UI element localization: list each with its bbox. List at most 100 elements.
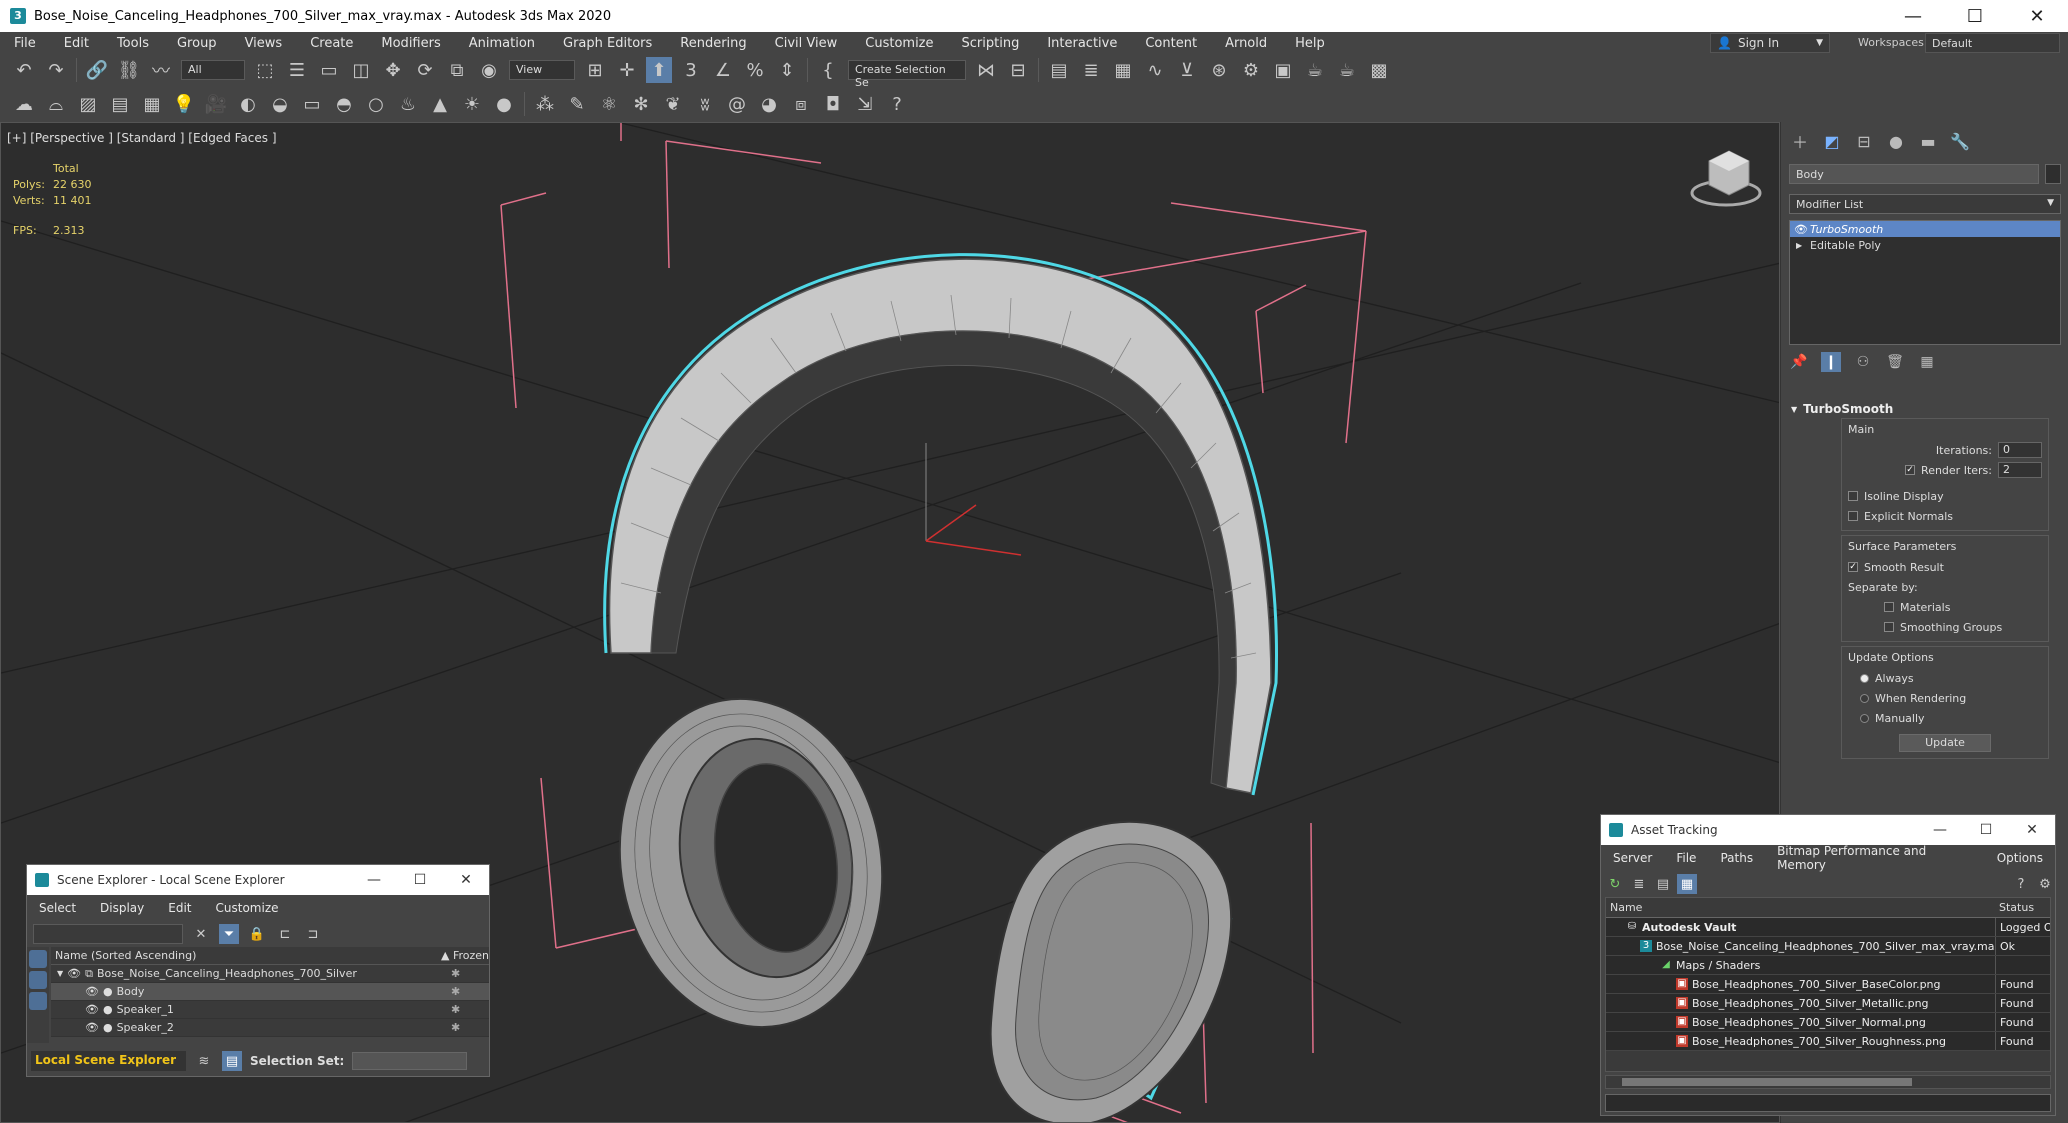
smoothing-groups-checkbox[interactable] <box>1884 622 1894 632</box>
filter-icon[interactable]: ⏷ <box>219 924 239 944</box>
asset-row[interactable]: ▣ Bose_Headphones_700_Silver_Normal.png … <box>1606 1013 2050 1032</box>
menu-paths[interactable]: Paths <box>1708 851 1765 865</box>
menu-server[interactable]: Server <box>1601 851 1664 865</box>
motion-tab-icon[interactable]: ● <box>1883 130 1909 152</box>
schematic-view-icon[interactable]: ⊻ <box>1174 57 1200 83</box>
mirror-icon[interactable]: ⋈ <box>973 57 999 83</box>
snaps-toggle-icon[interactable]: 3 <box>678 57 704 83</box>
explicit-normals-checkbox[interactable] <box>1848 511 1858 521</box>
rect-selection-icon[interactable]: ▭ <box>316 57 342 83</box>
edit-named-selection-icon[interactable]: { <box>815 57 841 83</box>
material-editor-icon[interactable]: ⊛ <box>1206 57 1232 83</box>
tree-view-icon[interactable]: ▤ <box>1653 874 1673 894</box>
place-icon[interactable]: ◉ <box>476 57 502 83</box>
spinner-snap-icon[interactable]: ⇕ <box>774 57 800 83</box>
select-by-name-icon[interactable]: ☰ <box>284 57 310 83</box>
light-icon[interactable]: 💡 <box>171 91 197 117</box>
menu-content[interactable]: Content <box>1131 36 1211 51</box>
render-production-icon[interactable]: ☕ <box>1302 57 1328 83</box>
curve-editor-icon[interactable]: ∿ <box>1142 57 1168 83</box>
sphere-light-icon[interactable]: ◐ <box>235 91 261 117</box>
sky-icon[interactable]: ● <box>491 91 517 117</box>
layers-icon[interactable]: ≋ <box>194 1051 214 1071</box>
select-object-icon[interactable]: ⬚ <box>252 57 278 83</box>
menu-tools[interactable]: Tools <box>103 36 163 51</box>
hair-icon[interactable]: ʬ <box>692 91 718 117</box>
asset-row[interactable]: ▣ Bose_Headphones_700_Silver_BaseColor.p… <box>1606 975 2050 994</box>
sphere-icon[interactable]: ○ <box>363 91 389 117</box>
isoline-display-checkbox[interactable] <box>1848 491 1858 501</box>
asset-row[interactable]: ⛁ Autodesk Vault Logged Ou <box>1606 918 2050 937</box>
tree-row[interactable]: ▼ 👁 ⧉ Bose_Noise_Canceling_Headphones_70… <box>51 965 489 983</box>
frozen-icon[interactable]: ✱ <box>451 1003 460 1016</box>
menu-animation[interactable]: Animation <box>455 36 549 51</box>
close-button[interactable]: ✕ <box>2009 815 2055 845</box>
menu-select[interactable]: Select <box>27 901 88 915</box>
col-frozen-header[interactable]: ▲ Frozen <box>441 949 489 962</box>
menu-arnold[interactable]: Arnold <box>1211 36 1281 51</box>
selection-set-select[interactable] <box>352 1052 468 1070</box>
particles-icon[interactable]: ✻ <box>628 91 654 117</box>
menu-edit[interactable]: Edit <box>156 901 203 915</box>
hierarchy-collapse-icon[interactable]: ⊐ <box>303 924 323 944</box>
display-objects-icon[interactable] <box>29 950 47 968</box>
link-icon[interactable]: 🔗 <box>84 57 110 83</box>
menu-help[interactable]: Help <box>1281 36 1339 51</box>
menu-edit[interactable]: Edit <box>50 36 103 51</box>
list-icon[interactable]: ▤ <box>107 91 133 117</box>
asset-row[interactable]: 3 Bose_Noise_Canceling_Headphones_700_Si… <box>1606 937 2050 956</box>
dome-light-icon[interactable]: ◒ <box>267 91 293 117</box>
pivot-center-icon[interactable]: ⊞ <box>582 57 608 83</box>
horizontal-scrollbar[interactable] <box>1605 1075 2051 1089</box>
asset-row[interactable]: ▣ Bose_Headphones_700_Silver_Roughness.p… <box>1606 1032 2050 1051</box>
minimize-button[interactable]: — <box>1882 0 1944 32</box>
teapot-icon[interactable]: ☁ <box>11 91 37 117</box>
modifier-list-dropdown[interactable]: Modifier List ▼ <box>1789 194 2061 214</box>
pin-stack-icon[interactable]: 📌 <box>1789 352 1809 372</box>
window-crossing-icon[interactable]: ◫ <box>348 57 374 83</box>
eye-icon[interactable]: 👁 <box>1794 223 1808 236</box>
menu-bitmap-performance[interactable]: Bitmap Performance and Memory <box>1765 844 1985 872</box>
eye-icon[interactable]: 👁 <box>85 1021 99 1034</box>
utilities-tab-icon[interactable]: 🔧 <box>1947 130 1973 152</box>
help-icon[interactable]: ? <box>2011 874 2031 894</box>
modifier-stack-item[interactable]: 👁 TurboSmooth <box>1790 221 2060 237</box>
sort-by-hierarchy-icon[interactable]: ▤ <box>222 1051 242 1071</box>
lock-icon[interactable]: 🔒 <box>247 924 267 944</box>
create-tab-icon[interactable]: ＋ <box>1787 130 1813 152</box>
maximize-button[interactable]: ☐ <box>1963 815 2009 845</box>
maximize-button[interactable]: ☐ <box>397 865 443 895</box>
collapse-arrow-icon[interactable]: ▼ <box>57 969 63 978</box>
undo-icon[interactable]: ↶ <box>11 57 37 83</box>
menu-group[interactable]: Group <box>163 36 231 51</box>
help-icon[interactable]: ? <box>884 91 910 117</box>
keyboard-shortcut-override-icon[interactable]: ⬆ <box>646 57 672 83</box>
menu-customize[interactable]: Customize <box>204 901 291 915</box>
render-activeshade-icon[interactable]: ▩ <box>1366 57 1392 83</box>
manually-radio[interactable] <box>1860 713 1869 723</box>
menu-civil-view[interactable]: Civil View <box>761 36 852 51</box>
eye-icon[interactable]: 👁 <box>85 985 99 998</box>
frozen-icon[interactable]: ✱ <box>451 967 460 980</box>
mesh-icon[interactable]: ⚛ <box>596 91 622 117</box>
asset-row[interactable]: ◢ Maps / Shaders <box>1606 956 2050 975</box>
named-selection-select[interactable]: Create Selection Se <box>848 60 966 89</box>
close-button[interactable]: ✕ <box>443 865 489 895</box>
rotate-icon[interactable]: ⟳ <box>412 57 438 83</box>
materials-checkbox[interactable] <box>1884 602 1894 612</box>
col-name-header[interactable]: Name (Sorted Ascending) <box>51 949 196 962</box>
teapot-geometry-icon[interactable]: ♨ <box>395 91 421 117</box>
menu-display[interactable]: Display <box>88 901 156 915</box>
object-name-field[interactable]: Body <box>1789 164 2039 184</box>
always-radio[interactable] <box>1860 673 1869 683</box>
hierarchy-tab-icon[interactable]: ⊟ <box>1851 130 1877 152</box>
asset-path-field[interactable] <box>1605 1094 2051 1112</box>
tree-row[interactable]: 👁 ● Speaker_1 ✱ <box>51 1001 489 1019</box>
menu-customize[interactable]: Customize <box>851 36 947 51</box>
angle-snap-icon[interactable]: ∠ <box>710 57 736 83</box>
table-view-icon[interactable]: ▦ <box>1677 874 1697 894</box>
material-sphere-icon[interactable]: ◕ <box>756 91 782 117</box>
redo-icon[interactable]: ↷ <box>43 57 69 83</box>
render-iterative-icon[interactable]: ☕ <box>1334 57 1360 83</box>
refresh-icon[interactable]: ↻ <box>1605 874 1625 894</box>
